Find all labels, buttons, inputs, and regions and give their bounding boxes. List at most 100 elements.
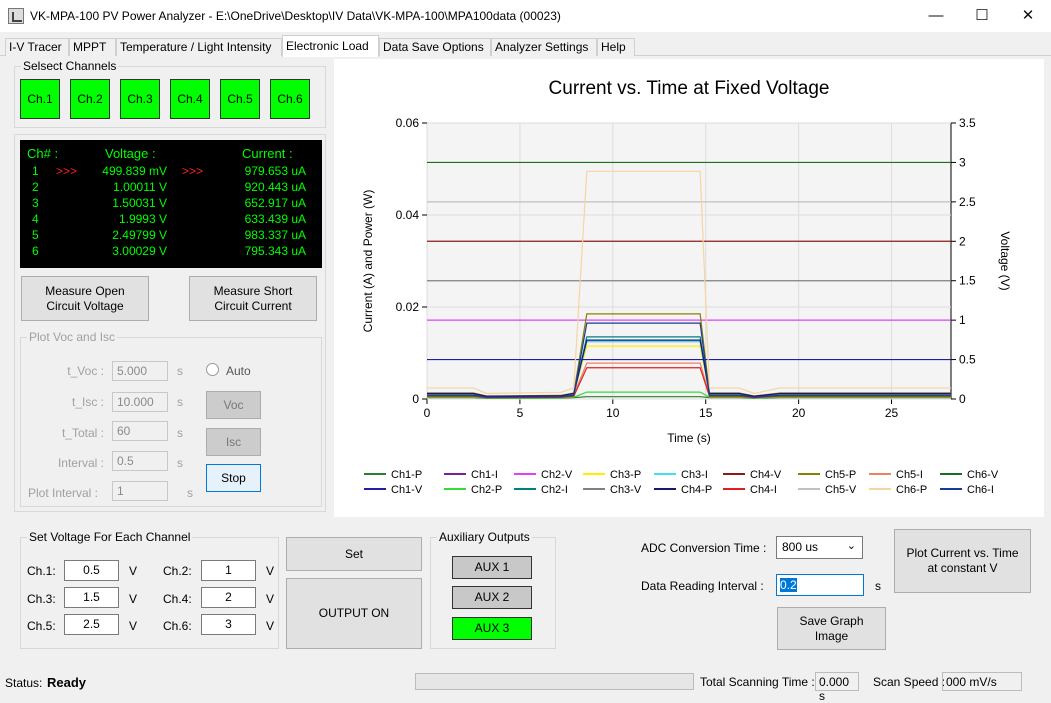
voc-button[interactable]: Voc <box>206 391 261 419</box>
readout-current: 652.917 uA <box>244 196 306 210</box>
channel-1-button[interactable]: Ch.1 <box>20 79 60 119</box>
y2-tick-label: 0 <box>959 392 966 406</box>
set-button[interactable]: Set <box>286 537 422 571</box>
scan-time-value: 0.000 s <box>815 672 859 703</box>
tab-temperature[interactable]: Temperature / Light Intensity <box>116 38 282 56</box>
legend-label: Ch3-I <box>681 469 708 481</box>
chart-panel: Current vs. Time at Fixed Voltage 0 5 10 15 2… <box>334 59 1044 517</box>
x-tick-label: 5 <box>517 406 524 420</box>
isc-button[interactable]: Isc <box>206 428 261 456</box>
t-isc-input[interactable]: 10.000 <box>112 392 168 412</box>
channel-1-voltage-unit: V <box>129 564 138 578</box>
window-title: VK-MPA-100 PV Power Analyzer - E:\OneDri… <box>30 9 561 23</box>
data-interval-input[interactable]: 0.2 <box>776 574 864 596</box>
tab-data-save-options[interactable]: Data Save Options <box>379 38 491 56</box>
channel-1-voltage-input[interactable]: 0.5 <box>64 560 119 581</box>
x-tick-label: 10 <box>606 406 620 420</box>
x-axis-label: Time (s) <box>667 431 711 445</box>
legend-label: Ch4-V <box>750 469 782 481</box>
data-interval-value: 0.2 <box>780 578 797 592</box>
plot-interval-input[interactable]: 1 <box>112 481 168 501</box>
plot-interval-label: Plot Interval : <box>27 486 98 500</box>
tab-electronic-load[interactable]: Electronic Load <box>282 35 379 57</box>
y2-tick-label: 0.5 <box>959 353 976 367</box>
readout-voltage: 2.49799 V <box>112 228 167 242</box>
legend-label: Ch6-V <box>967 469 999 481</box>
legend-label: Ch2-I <box>541 484 568 496</box>
y2-axis-label: Voltage (V) <box>998 231 1012 290</box>
channel-4-voltage-input[interactable]: 2 <box>201 587 256 608</box>
chevron-down-icon: ⌄ <box>846 540 856 552</box>
tab-mppt[interactable]: MPPT <box>69 38 116 56</box>
y2-tick-label: 3 <box>959 155 966 169</box>
channel-3-button[interactable]: Ch.3 <box>120 79 160 119</box>
t-isc-unit: s <box>177 395 183 409</box>
legend-label: Ch1-V <box>391 484 423 496</box>
t-voc-input[interactable]: 5.000 <box>112 361 168 381</box>
set-voltage-label: Set Voltage For Each Channel <box>27 530 193 544</box>
minimize-button[interactable]: — <box>913 0 959 32</box>
status-value: Ready <box>47 675 87 690</box>
y2-tick-label: 2 <box>959 234 966 248</box>
channel-6-voltage-label: Ch.6: <box>163 619 192 633</box>
channel-2-voltage-input[interactable]: 1 <box>201 560 256 581</box>
plot-voc-isc-group: Plot Voc and Isc <box>20 330 322 507</box>
save-graph-button[interactable]: Save Graph Image <box>777 607 886 650</box>
tab-iv-tracer[interactable]: I-V Tracer <box>5 38 69 56</box>
t-total-label: t_Total : <box>61 426 104 440</box>
legend-label: Ch2-P <box>471 484 502 496</box>
aux-1-button[interactable]: AUX 1 <box>452 556 532 579</box>
adc-conversion-value: 800 us <box>782 540 819 554</box>
tab-analyzer-settings[interactable]: Analyzer Settings <box>491 38 597 56</box>
readout-current: 795.343 uA <box>244 244 306 258</box>
channel-4-button[interactable]: Ch.4 <box>170 79 210 119</box>
legend-label: Ch6-I <box>967 484 994 496</box>
output-on-button[interactable]: OUTPUT ON <box>286 578 422 649</box>
channel-3-voltage-label: Ch.3: <box>27 592 56 606</box>
readout-current: 983.337 uA <box>244 228 306 242</box>
legend-label: Ch3-P <box>610 469 641 481</box>
interval-input[interactable]: 0.5 <box>112 451 168 471</box>
t-total-input[interactable]: 60 <box>112 421 168 441</box>
channel-3-voltage-input[interactable]: 1.5 <box>64 587 119 608</box>
readout-ch-number: 6 <box>32 244 39 258</box>
x-tick-label: 15 <box>699 406 713 420</box>
y2-tick-label: 3.5 <box>959 116 976 130</box>
app-icon <box>8 8 24 24</box>
channel-5-voltage-input[interactable]: 2.5 <box>64 614 119 635</box>
plot-current-button[interactable]: Plot Current vs. Time at constant V <box>894 529 1031 593</box>
aux-2-button[interactable]: AUX 2 <box>452 586 532 609</box>
channel-2-voltage-label: Ch.2: <box>163 564 192 578</box>
auto-radio[interactable] <box>206 363 219 376</box>
plot-area <box>426 122 952 400</box>
y2-tick-label: 1.5 <box>959 274 976 288</box>
channel-6-voltage-unit: V <box>266 619 275 633</box>
maximize-button[interactable]: ☐ <box>959 0 1005 32</box>
readout-voltage: 3.00029 V <box>112 244 167 258</box>
data-interval-label: Data Reading Interval : <box>641 579 764 593</box>
legend-label: Ch1-I <box>471 469 498 481</box>
channel-2-button[interactable]: Ch.2 <box>70 79 110 119</box>
scan-time-label: Total Scanning Time : <box>700 675 815 689</box>
channel-6-voltage-input[interactable]: 3 <box>201 614 256 635</box>
readout-ch-number: 1 <box>32 164 39 178</box>
tab-help[interactable]: Help <box>597 38 635 56</box>
scan-speed-label: Scan Speed : <box>873 675 946 689</box>
legend-label: Ch5-P <box>825 469 856 481</box>
aux-3-button[interactable]: AUX 3 <box>452 617 532 640</box>
close-button[interactable]: ✕ <box>1005 0 1051 32</box>
readout-voltage: 1.50031 V <box>112 196 167 210</box>
y-tick-label: 0.06 <box>396 116 420 130</box>
channel-6-button[interactable]: Ch.6 <box>270 79 310 119</box>
channel-4-voltage-unit: V <box>266 592 275 606</box>
channel-5-button[interactable]: Ch.5 <box>220 79 260 119</box>
status-bar: Status: Ready Total Scanning Time : 0.00… <box>0 671 1051 703</box>
aux-outputs-label: Auxiliary Outputs <box>437 530 532 544</box>
select-channels-label: Selsect Channels <box>21 59 119 73</box>
measure-isc-button[interactable]: Measure Short Circuit Current <box>189 276 317 321</box>
y2-tick-label: 1 <box>959 313 966 327</box>
measure-voc-button[interactable]: Measure Open Circuit Voltage <box>21 276 149 321</box>
stop-button[interactable]: Stop <box>206 464 261 492</box>
y-axis-label: Current (A) and Power (W) <box>361 190 375 333</box>
adc-conversion-select[interactable]: 800 us ⌄ <box>776 536 863 559</box>
